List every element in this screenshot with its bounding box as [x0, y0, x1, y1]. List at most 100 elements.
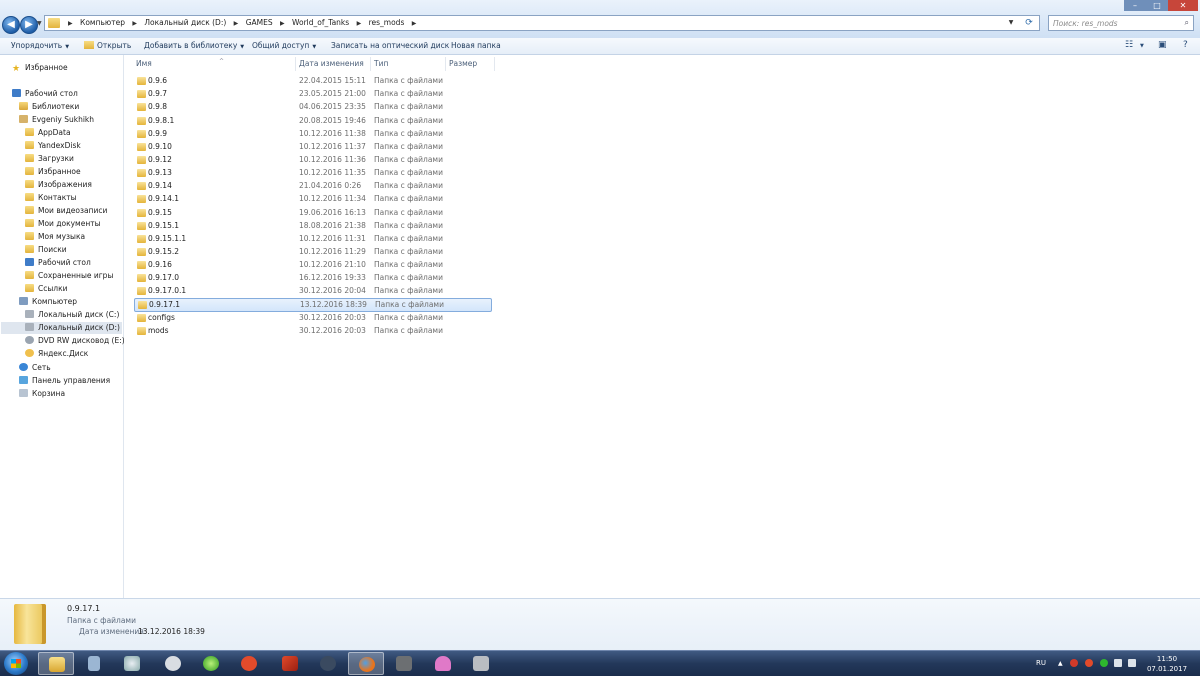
taskbar-app-calculator[interactable]	[76, 652, 112, 675]
chevron-right-icon[interactable]: ▶	[357, 20, 362, 27]
organize-button[interactable]: Упорядочить ▼	[11, 38, 69, 54]
breadcrumb-item[interactable]: Компьютер	[80, 18, 125, 27]
start-button[interactable]	[4, 652, 28, 675]
taskbar-app-firefox[interactable]	[348, 652, 384, 675]
sidebar-item-favorites[interactable]: ★ Избранное	[12, 62, 68, 74]
open-button[interactable]: Открыть	[84, 38, 131, 54]
show-hidden-icons-icon[interactable]: ▲	[1058, 651, 1063, 676]
table-row[interactable]: 0.9.9 10.12.2016 11:38 Папка с файлами	[134, 128, 492, 140]
taskbar-app-explorer[interactable]	[38, 652, 74, 675]
sidebar-item-user[interactable]: Evgeniy Sukhikh	[19, 114, 94, 126]
sidebar-item-desktop[interactable]: Рабочий стол	[12, 88, 78, 100]
sidebar-item-links[interactable]: Ссылки	[25, 283, 67, 295]
table-row[interactable]: 0.9.8.1 20.08.2015 19:46 Папка с файлами	[134, 115, 492, 127]
sidebar-item-yandex-disk[interactable]: Яндекс.Диск	[25, 348, 88, 360]
add-to-library-button[interactable]: Добавить в библиотеку ▼	[144, 38, 244, 54]
burn-button[interactable]: Записать на оптический диск	[331, 38, 449, 54]
chevron-right-icon[interactable]: ▶	[132, 20, 137, 27]
new-folder-button[interactable]: Новая папка	[451, 38, 501, 54]
breadcrumb-item[interactable]: World_of_Tanks	[292, 18, 349, 27]
column-header-type[interactable]: Тип	[371, 57, 446, 71]
taskbar-app-octopus[interactable]	[425, 652, 461, 675]
taskbar-app-hexchat[interactable]	[310, 652, 346, 675]
sidebar-item-drive-c[interactable]: Локальный диск (C:)	[25, 309, 119, 321]
close-button[interactable]: ✕	[1168, 0, 1198, 11]
table-row[interactable]: mods 30.12.2016 20:03 Папка с файлами	[134, 325, 492, 337]
sidebar-item-user-desktop[interactable]: Рабочий стол	[25, 257, 91, 269]
refresh-icon[interactable]: ⟳	[1021, 16, 1037, 30]
search-icon[interactable]: ⌕	[1185, 18, 1189, 28]
recent-pages-chevron-icon[interactable]: ▼	[37, 20, 42, 27]
table-row[interactable]: 0.9.15.1 18.08.2016 21:38 Папка с файлами	[134, 220, 492, 232]
table-row[interactable]: 0.9.16 10.12.2016 21:10 Папка с файлами	[134, 259, 492, 271]
taskbar-app-world-of-tanks[interactable]	[386, 652, 422, 675]
taskbar-app-wargaming[interactable]	[272, 652, 308, 675]
sidebar-item-videos[interactable]: Мои видеозаписи	[25, 205, 107, 217]
view-options-icon[interactable]: ☷	[1125, 40, 1133, 50]
table-row[interactable]: 0.9.6 22.04.2015 15:11 Папка с файлами	[134, 75, 492, 87]
sidebar-item-drive-e[interactable]: DVD RW дисковод (E:)	[25, 335, 125, 347]
sidebar-item-appdata[interactable]: AppData	[25, 127, 71, 139]
table-row[interactable]: configs 30.12.2016 20:03 Папка с файлами	[134, 312, 492, 324]
clock[interactable]: 11:50 07.01.2017	[1146, 654, 1188, 674]
wargaming-tray-icon[interactable]	[1085, 659, 1093, 667]
minimize-button[interactable]: –	[1124, 0, 1146, 11]
table-row[interactable]: 0.9.15.2 10.12.2016 11:29 Папка с файлами	[134, 246, 492, 258]
breadcrumb-item[interactable]: GAMES	[246, 18, 273, 27]
table-row[interactable]: 0.9.14 21.04.2016 0:26 Папка с файлами	[134, 180, 492, 192]
sidebar-item-control-panel[interactable]: Панель управления	[19, 375, 110, 387]
sidebar-item-computer[interactable]: Компьютер	[19, 296, 77, 308]
chevron-right-icon[interactable]: ▶	[280, 20, 285, 27]
sidebar-item-drive-d[interactable]: Локальный диск (D:)	[1, 322, 122, 334]
table-row[interactable]: 0.9.7 23.05.2015 21:00 Папка с файлами	[134, 88, 492, 100]
taskbar-app-foobar[interactable]	[155, 652, 191, 675]
column-header-date[interactable]: Дата изменения	[296, 57, 371, 71]
sidebar-item-saved-games[interactable]: Сохраненные игры	[25, 270, 113, 282]
sidebar-item-libraries[interactable]: Библиотеки	[19, 101, 79, 113]
chevron-right-icon[interactable]: ▶	[412, 20, 417, 27]
taskbar-app-opera[interactable]	[231, 652, 267, 675]
opera-tray-icon[interactable]	[1070, 659, 1078, 667]
table-row[interactable]: 0.9.17.0 16.12.2016 19:33 Папка с файлами	[134, 272, 492, 284]
address-field[interactable]: ▶ Компьютер ▶ Локальный диск (D:) ▶ GAME…	[44, 15, 1040, 31]
address-dropdown-icon[interactable]: ▼	[1005, 16, 1017, 30]
chevron-down-icon[interactable]: ▼	[1140, 43, 1144, 49]
breadcrumb-item[interactable]: Локальный диск (D:)	[144, 18, 226, 27]
utorrent-tray-icon[interactable]	[1100, 659, 1108, 667]
maximize-button[interactable]: □	[1146, 0, 1168, 11]
table-row[interactable]: 0.9.15.1.1 10.12.2016 11:31 Папка с файлам…	[134, 233, 492, 245]
back-arrow-icon[interactable]: ◀	[2, 16, 20, 34]
table-row[interactable]: 0.9.14.1 10.12.2016 11:34 Папка с файлами	[134, 193, 492, 205]
sidebar-item-recycle-bin[interactable]: Корзина	[19, 388, 65, 400]
sidebar-item-yandexdisk[interactable]: YandexDisk	[25, 140, 81, 152]
sidebar-item-contacts[interactable]: Контакты	[25, 192, 77, 204]
table-row[interactable]: 0.9.17.1 13.12.2016 18:39 Папка с файлами	[134, 297, 492, 312]
table-row[interactable]: 0.9.12 10.12.2016 11:36 Папка с файлами	[134, 154, 492, 166]
sidebar-item-music[interactable]: Моя музыка	[25, 231, 85, 243]
share-button[interactable]: Общий доступ ▼	[252, 38, 316, 54]
sidebar-item-favorites-folder[interactable]: Избранное	[25, 166, 81, 178]
breadcrumb-item[interactable]: res_mods	[369, 18, 405, 27]
network-tray-icon[interactable]	[1114, 659, 1122, 667]
table-row[interactable]: 0.9.10 10.12.2016 11:37 Папка с файлами	[134, 141, 492, 153]
taskbar-app-rom[interactable]	[463, 652, 499, 675]
table-row[interactable]: 0.9.8 04.06.2015 23:35 Папка с файлами	[134, 101, 492, 113]
table-row[interactable]: 0.9.13 10.12.2016 11:35 Папка с файлами	[134, 167, 492, 179]
forward-arrow-icon[interactable]: ▶	[20, 16, 38, 34]
help-icon[interactable]: ?	[1183, 40, 1188, 50]
sidebar-item-searches[interactable]: Поиски	[25, 244, 67, 256]
taskbar-app-ccleaner[interactable]	[114, 652, 150, 675]
chevron-right-icon[interactable]: ▶	[234, 20, 239, 27]
table-row[interactable]: 0.9.15 19.06.2016 16:13 Папка с файлами	[134, 207, 492, 219]
sidebar-item-network[interactable]: Сеть	[19, 362, 51, 374]
search-input[interactable]	[1049, 16, 1173, 30]
search-box[interactable]: ⌕	[1048, 15, 1194, 31]
sidebar-item-documents[interactable]: Мои документы	[25, 218, 101, 230]
taskbar-app-utorrent[interactable]	[193, 652, 229, 675]
sidebar-item-downloads[interactable]: Загрузки	[25, 153, 74, 165]
column-header-size[interactable]: Размер	[446, 57, 495, 71]
column-header-name[interactable]: Имя ^	[133, 57, 296, 71]
chevron-right-icon[interactable]: ▶	[68, 20, 73, 27]
volume-icon[interactable]	[1128, 659, 1136, 667]
table-row[interactable]: 0.9.17.0.1 30.12.2016 20:04 Папка с файлам…	[134, 285, 492, 297]
